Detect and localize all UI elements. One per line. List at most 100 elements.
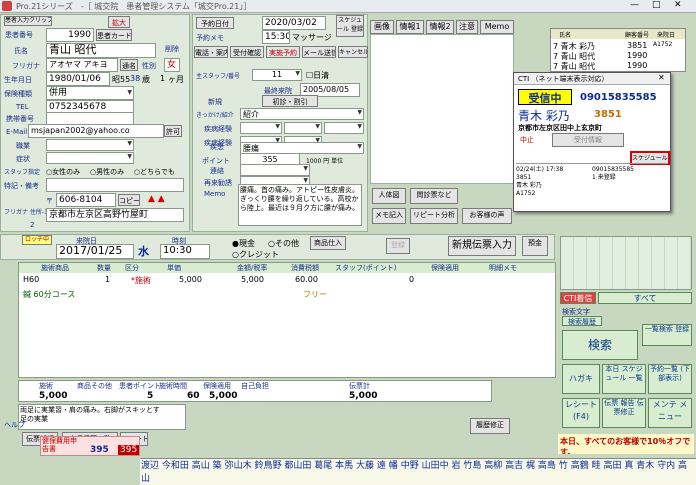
table-row[interactable]: 鍼 60分コース フリー bbox=[19, 289, 555, 301]
status-tab-5[interactable]: キャンセル処理 bbox=[338, 46, 368, 58]
contact-select[interactable] bbox=[240, 164, 310, 176]
name-strip-item[interactable]: 真 bbox=[624, 461, 633, 471]
patient-no-input[interactable]: 1990 bbox=[46, 28, 94, 42]
booking-memo[interactable]: 腰痛。首の痛み。アトピー性皮膚炎。 ぎっくり腰を繰り返している。高校から陸上。最… bbox=[238, 184, 362, 226]
booking-time-input[interactable]: 15:30 bbox=[262, 30, 290, 44]
name-strip-item[interactable]: 遠 bbox=[377, 461, 386, 471]
list-item[interactable]: 09015835585 1 来登録 bbox=[592, 166, 634, 182]
radio-either[interactable]: ○どちらでも bbox=[134, 167, 175, 177]
help-link[interactable]: ヘルプ bbox=[4, 420, 25, 430]
close-icon[interactable]: ✕ bbox=[674, 0, 682, 10]
status-tab-3[interactable]: 実施予約 bbox=[266, 46, 300, 58]
image-area[interactable] bbox=[370, 34, 514, 184]
pay-radio-other[interactable]: ○その他 bbox=[268, 238, 299, 249]
list-search-button[interactable]: 一覧検索 登録 bbox=[642, 324, 692, 346]
name-strip-item[interactable]: 大藤 bbox=[356, 461, 374, 471]
side-btn-1[interactable]: 人体図 bbox=[372, 188, 406, 204]
name-strip-item[interactable]: 弥山木 bbox=[225, 461, 252, 471]
radio-male[interactable]: ○男性のみ bbox=[90, 167, 124, 177]
today-schedule-button[interactable]: 本日 スケジュール 一覧 bbox=[602, 364, 646, 394]
exp-select-2[interactable] bbox=[284, 122, 322, 134]
name-strip-item[interactable]: 幡 bbox=[389, 461, 398, 471]
booking-date-input[interactable]: 2020/03/02 bbox=[262, 16, 326, 30]
search-button[interactable]: 検索 bbox=[562, 330, 638, 360]
side-btn-5[interactable]: お客様の声 bbox=[462, 208, 512, 224]
staff-no-select[interactable]: 11 bbox=[252, 69, 302, 81]
name-strip-item[interactable]: 岩 bbox=[451, 461, 460, 471]
patient-clip-button[interactable]: 患者入力クリップ bbox=[4, 16, 52, 26]
name-strip-item[interactable]: 鈴鳥野 bbox=[254, 461, 281, 471]
name-strip-item[interactable]: 渡辺 bbox=[141, 461, 159, 471]
name-strip-item[interactable]: 中野 bbox=[401, 461, 419, 471]
clip-button[interactable]: ロッチ中 bbox=[22, 235, 52, 245]
cti-close-icon[interactable]: ✕ bbox=[658, 73, 665, 82]
name-strip-item[interactable]: 高吉 bbox=[505, 461, 523, 471]
maximize-button[interactable]: □ bbox=[652, 0, 661, 10]
booking-date-button[interactable]: 予約日付 bbox=[196, 17, 234, 29]
name-strip-item[interactable]: 高柳 bbox=[484, 461, 502, 471]
zip-input[interactable]: 606-8104 bbox=[56, 193, 116, 207]
side-btn-2[interactable]: 問診票など bbox=[410, 188, 458, 204]
name-strip-item[interactable]: 築 bbox=[213, 461, 222, 471]
side-btn-4[interactable]: リピート分析 bbox=[410, 208, 458, 224]
register-button[interactable]: 登録 bbox=[386, 238, 410, 254]
new-slip-button[interactable]: 新規伝票入力 bbox=[448, 236, 516, 256]
name-strip-item[interactable]: 青木 bbox=[636, 461, 654, 471]
treatment-memo[interactable]: 両足に実業習・肩の痛み。右脚がスキッとす 足の実業 bbox=[18, 404, 186, 430]
name-strip-item[interactable]: 本馬 bbox=[335, 461, 353, 471]
cti-stop-button[interactable]: 中止 bbox=[520, 135, 534, 145]
insurance-select[interactable]: 併用 bbox=[46, 86, 134, 100]
tab-info1[interactable]: 情報1 bbox=[396, 20, 424, 34]
exp-select-1[interactable] bbox=[240, 122, 282, 134]
status-tab-2[interactable]: 受付確認 bbox=[230, 46, 264, 58]
sex-input[interactable]: 女 bbox=[164, 58, 180, 72]
visit-date-input[interactable]: 2017/01/25 bbox=[56, 244, 134, 259]
name-strip-item[interactable]: 高島 bbox=[538, 461, 556, 471]
reception-button[interactable]: 通名 bbox=[120, 59, 138, 71]
name-input[interactable]: 青山 昭代 bbox=[46, 43, 156, 58]
sunday-check[interactable]: ☐日清 bbox=[306, 70, 329, 81]
slip-report-button[interactable]: 伝票 報告 伝票修正 bbox=[602, 398, 646, 428]
list-item[interactable]: 7 青山 昭代 1990 bbox=[553, 61, 683, 72]
postcard-button[interactable]: ハガキ bbox=[562, 364, 600, 394]
list-item[interactable]: 02/24(土) 17:38 3851 青木 彩乃 A1752 bbox=[516, 166, 563, 198]
pay-radio-cash[interactable]: ●現金 bbox=[232, 238, 255, 249]
all-button[interactable]: すべて bbox=[598, 292, 692, 304]
trigger-select[interactable]: 紹介 bbox=[240, 108, 364, 120]
name-strip-item[interactable]: 畦 bbox=[592, 461, 601, 471]
mail-input[interactable]: msjapan2002@yahoo.co bbox=[28, 124, 164, 138]
search-history-button[interactable]: 検索履歴 bbox=[562, 316, 602, 326]
symptoms-select[interactable] bbox=[46, 152, 134, 164]
expand-button[interactable]: 拡大 bbox=[108, 16, 130, 28]
mail-permit-button[interactable]: 許可 bbox=[164, 125, 182, 137]
tab-image[interactable]: 画像 bbox=[370, 20, 394, 34]
name-strip-item[interactable]: 梶 bbox=[526, 461, 535, 471]
pay-radio-credit[interactable]: ○クレジット bbox=[232, 249, 279, 260]
tab-memo[interactable]: Memo bbox=[480, 20, 514, 34]
address-input[interactable]: 京都市左京区高野竹屋町 bbox=[46, 208, 184, 222]
table-row[interactable]: H60 1 *施術 5,000 5,000 60.00 0 bbox=[19, 275, 555, 287]
patient-card-button[interactable]: 患者カード bbox=[96, 29, 132, 41]
name-strip-item[interactable]: 竹 bbox=[559, 461, 568, 471]
name-strip-item[interactable]: 都山田 bbox=[284, 461, 311, 471]
radio-female[interactable]: ○女性のみ bbox=[46, 167, 80, 177]
product-purchase-button[interactable]: 商品仕入 bbox=[310, 236, 346, 250]
minimize-button[interactable]: — bbox=[630, 0, 639, 10]
name-strip-item[interactable]: 守内 bbox=[657, 461, 675, 471]
exp-select-3[interactable] bbox=[324, 122, 364, 134]
booking-list-button[interactable]: 予約一覧 (下部表示) bbox=[648, 364, 692, 394]
name-strip-item[interactable]: 竹島 bbox=[463, 461, 481, 471]
name-strip-item[interactable]: 高山 bbox=[192, 461, 210, 471]
cti-incoming-button[interactable]: CTI着信 bbox=[560, 292, 596, 304]
tab-caution[interactable]: 注意 bbox=[456, 20, 478, 34]
side-btn-3[interactable]: メモ記入 bbox=[372, 208, 406, 224]
name-strip-item[interactable]: 葛尾 bbox=[314, 461, 332, 471]
tab-info2[interactable]: 情報2 bbox=[426, 20, 454, 34]
memo-input[interactable] bbox=[46, 178, 184, 192]
kana-input[interactable]: アオヤマ アキヨ bbox=[46, 58, 118, 72]
maintenance-menu-button[interactable]: メンテ メニュー bbox=[648, 398, 692, 428]
name-strip-item[interactable]: 高鶴 bbox=[571, 461, 589, 471]
work-select[interactable] bbox=[46, 139, 134, 151]
status-tab-4[interactable]: メール送信 bbox=[302, 46, 336, 58]
history-edit-button[interactable]: 履歴修正 bbox=[470, 418, 510, 434]
